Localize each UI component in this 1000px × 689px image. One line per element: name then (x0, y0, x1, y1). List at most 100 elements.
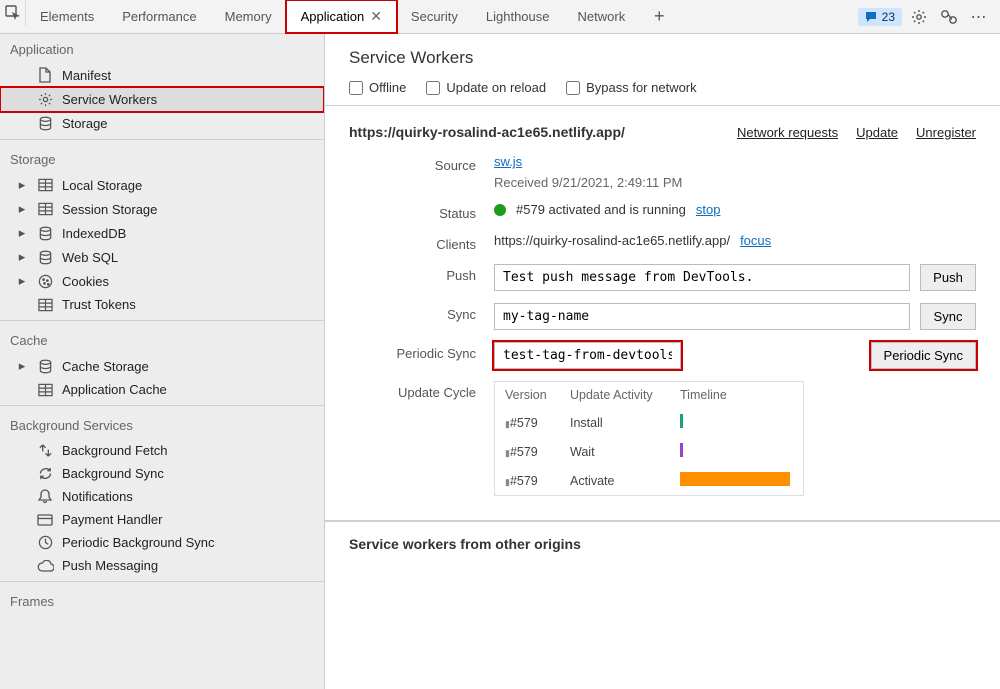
unregister-link[interactable]: Unregister (916, 125, 976, 140)
sidebar-item-trust-tokens[interactable]: Trust Tokens (0, 293, 324, 316)
db-icon (36, 250, 54, 265)
source-label: Source (349, 154, 494, 173)
issues-badge[interactable]: 23 (858, 8, 902, 26)
cloud-icon (36, 560, 54, 572)
sidebar-item-manifest[interactable]: Manifest (0, 63, 324, 87)
sidebar-item-application-cache[interactable]: Application Cache (0, 378, 324, 401)
sidebar-item-label: Local Storage (62, 178, 142, 193)
sync-input[interactable] (494, 303, 910, 330)
sync-button[interactable]: Sync (920, 303, 976, 330)
tab-lighthouse[interactable]: Lighthouse (472, 0, 564, 33)
offline-checkbox[interactable]: Offline (349, 80, 406, 95)
tab-security[interactable]: Security (397, 0, 472, 33)
sidebar-item-label: Web SQL (62, 250, 118, 265)
cycle-activity: Install (570, 416, 680, 430)
sidebar-item-label: Payment Handler (62, 512, 162, 527)
sidebar-item-service-workers[interactable]: Service Workers (0, 87, 324, 112)
sidebar-item-background-fetch[interactable]: Background Fetch (0, 439, 324, 462)
expand-icon: ▸ (16, 249, 28, 265)
expand-icon: ▸ (16, 358, 28, 374)
source-file-link[interactable]: sw.js (494, 154, 522, 169)
sidebar-item-push-messaging[interactable]: Push Messaging (0, 554, 324, 577)
expand-icon: ▸ (16, 225, 28, 241)
gear-icon (36, 92, 54, 107)
clients-label: Clients (349, 233, 494, 252)
sidebar-group-application: Application (0, 34, 324, 63)
chat-icon (865, 11, 877, 23)
sidebar-item-local-storage[interactable]: ▸ Local Storage (0, 173, 324, 197)
card-icon (36, 514, 54, 526)
sidebar-item-indexeddb[interactable]: ▸ IndexedDB (0, 221, 324, 245)
gear-icon[interactable] (906, 4, 932, 30)
sidebar-item-label: Trust Tokens (62, 297, 136, 312)
more-icon[interactable]: ⋯ (966, 4, 992, 30)
tab-memory[interactable]: Memory (211, 0, 286, 33)
tab-network[interactable]: Network (564, 0, 640, 33)
status-label: Status (349, 202, 494, 221)
sidebar-item-cache-storage[interactable]: ▸ Cache Storage (0, 354, 324, 378)
cycle-timeline (680, 414, 793, 431)
cycle-timeline (680, 472, 793, 489)
expand-icon: ▸ (16, 273, 28, 289)
sidebar-item-notifications[interactable]: Notifications (0, 485, 324, 508)
devices-icon[interactable] (936, 4, 962, 30)
update-on-reload-checkbox[interactable]: Update on reload (426, 80, 546, 95)
page-title: Service Workers (349, 48, 976, 68)
db-icon (36, 226, 54, 241)
periodic-sync-button[interactable]: Periodic Sync (871, 342, 976, 369)
tab-performance[interactable]: Performance (108, 0, 210, 33)
doc-icon (36, 67, 54, 83)
sidebar-item-background-sync[interactable]: Background Sync (0, 462, 324, 485)
grid-icon (36, 178, 54, 192)
tab-elements[interactable]: Elements (26, 0, 108, 33)
network-requests-link[interactable]: Network requests (737, 125, 838, 140)
sidebar-group-background-services: Background Services (0, 410, 324, 439)
sidebar-item-label: Session Storage (62, 202, 157, 217)
sidebar-group-frames: Frames (0, 586, 324, 615)
db-icon (36, 359, 54, 374)
sidebar-item-web-sql[interactable]: ▸ Web SQL (0, 245, 324, 269)
sidebar-item-label: Cookies (62, 274, 109, 289)
expand-icon: ▸ (16, 201, 28, 217)
sidebar-item-payment-handler[interactable]: Payment Handler (0, 508, 324, 531)
grid-icon (36, 383, 54, 397)
cycle-row: ▮#579Install (495, 408, 803, 437)
push-input[interactable] (494, 264, 910, 291)
update-cycle-table: Version Update Activity Timeline ▮#579In… (494, 381, 804, 496)
sidebar-item-cookies[interactable]: ▸ Cookies (0, 269, 324, 293)
bypass-network-checkbox[interactable]: Bypass for network (566, 80, 697, 95)
sidebar-group-storage: Storage (0, 144, 324, 173)
inspect-icon[interactable] (0, 0, 26, 26)
client-url: https://quirky-rosalind-ac1e65.netlify.a… (494, 233, 730, 248)
sidebar-item-label: Storage (62, 116, 108, 131)
sidebar-item-label: Application Cache (62, 382, 167, 397)
cycle-version: ▮#579 (505, 416, 570, 430)
sidebar-item-storage[interactable]: Storage (0, 112, 324, 135)
cycle-row: ▮#579Activate (495, 466, 803, 495)
expand-icon: ▸ (16, 177, 28, 193)
status-dot-icon (494, 204, 506, 216)
devtools-tabbar: Elements Performance Memory Application … (0, 0, 1000, 34)
periodic-sync-input[interactable] (494, 342, 681, 369)
sidebar-item-label: IndexedDB (62, 226, 126, 241)
sidebar-item-label: Push Messaging (62, 558, 158, 573)
clock-icon (36, 535, 54, 550)
cycle-row: ▮#579Wait (495, 437, 803, 466)
sidebar-item-periodic-background-sync[interactable]: Periodic Background Sync (0, 531, 324, 554)
application-sidebar: ApplicationManifestService Workers Storag… (0, 34, 325, 689)
close-icon[interactable]: ✕ (370, 8, 382, 25)
sidebar-item-session-storage[interactable]: ▸ Session Storage (0, 197, 324, 221)
push-button[interactable]: Push (920, 264, 976, 291)
received-text: Received 9/21/2021, 2:49:11 PM (494, 175, 682, 190)
sync-icon (36, 466, 54, 481)
main-panel: Service Workers Offline Update on reload… (325, 34, 1000, 689)
update-link[interactable]: Update (856, 125, 898, 140)
tab-application[interactable]: Application ✕ (286, 0, 397, 33)
fetch-icon (36, 443, 54, 458)
cycle-version: ▮#579 (505, 445, 570, 459)
add-tab-button[interactable]: + (639, 0, 679, 33)
sidebar-item-label: Cache Storage (62, 359, 149, 374)
stop-link[interactable]: stop (696, 202, 721, 217)
cookie-icon (36, 274, 54, 289)
focus-link[interactable]: focus (740, 233, 771, 248)
